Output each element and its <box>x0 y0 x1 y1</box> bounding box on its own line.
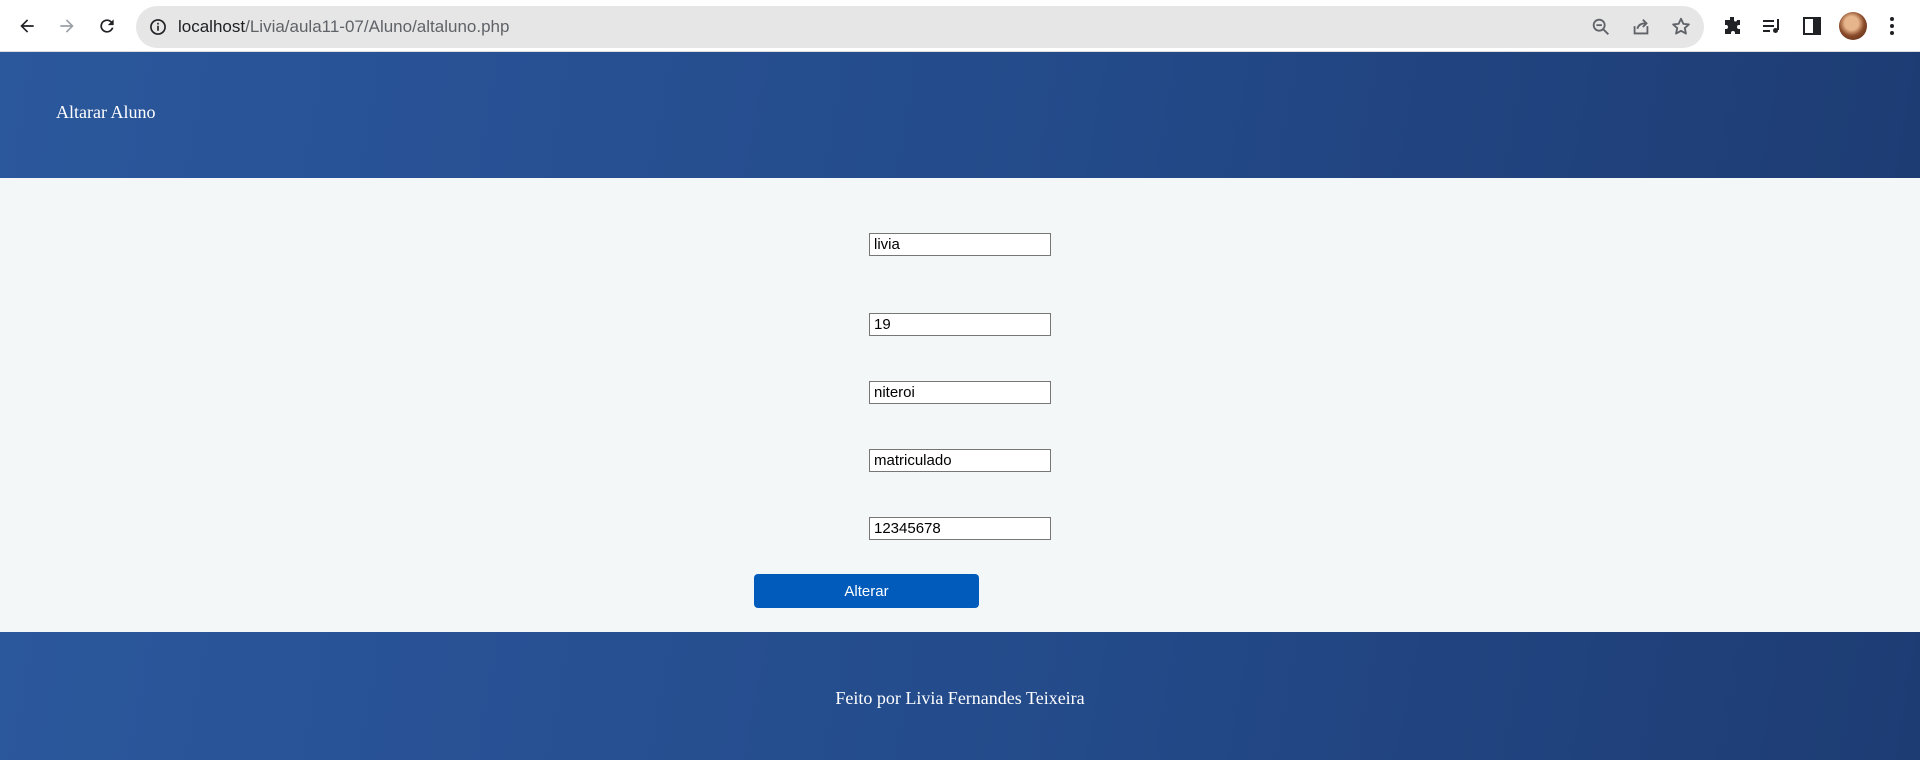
arrow-right-icon <box>60 19 74 33</box>
status-field[interactable] <box>869 449 1051 472</box>
bookmark-star-icon[interactable] <box>1670 16 1692 38</box>
footer-credit: Feito por Livia Fernandes Teixeira <box>835 688 1085 708</box>
alterar-button[interactable]: Alterar <box>754 574 979 608</box>
city-field[interactable] <box>869 381 1051 404</box>
forward-button[interactable] <box>51 10 83 42</box>
back-button[interactable] <box>11 10 43 42</box>
reload-icon <box>100 19 114 33</box>
url-host: localhost <box>178 17 246 36</box>
media-queue-icon[interactable] <box>1760 14 1784 38</box>
age-field[interactable] <box>869 313 1051 336</box>
arrow-left-icon <box>20 19 34 33</box>
info-icon[interactable] <box>148 17 168 37</box>
page-title: Altarar Aluno <box>56 102 156 122</box>
page-footer: Feito por Livia Fernandes Teixeira <box>0 632 1920 760</box>
extensions-puzzle-icon[interactable] <box>1720 14 1744 38</box>
address-bar[interactable]: localhost/Livia/aula11-07/Aluno/altaluno… <box>136 6 1704 48</box>
browser-toolbar: localhost/Livia/aula11-07/Aluno/altaluno… <box>0 0 1920 52</box>
reload-button[interactable] <box>91 10 123 42</box>
url-text[interactable]: localhost/Livia/aula11-07/Aluno/altaluno… <box>178 6 509 48</box>
url-path: /Livia/aula11-07/Aluno/altaluno.php <box>245 17 510 36</box>
name-field[interactable] <box>869 233 1051 256</box>
more-menu-icon[interactable] <box>1880 14 1904 38</box>
registration-number-field[interactable] <box>869 517 1051 540</box>
profile-avatar[interactable] <box>1839 12 1867 40</box>
side-panel-icon[interactable] <box>1800 14 1824 38</box>
share-icon[interactable] <box>1630 16 1652 38</box>
page-header: Altarar Aluno <box>0 52 1920 178</box>
zoom-icon[interactable] <box>1590 16 1612 38</box>
